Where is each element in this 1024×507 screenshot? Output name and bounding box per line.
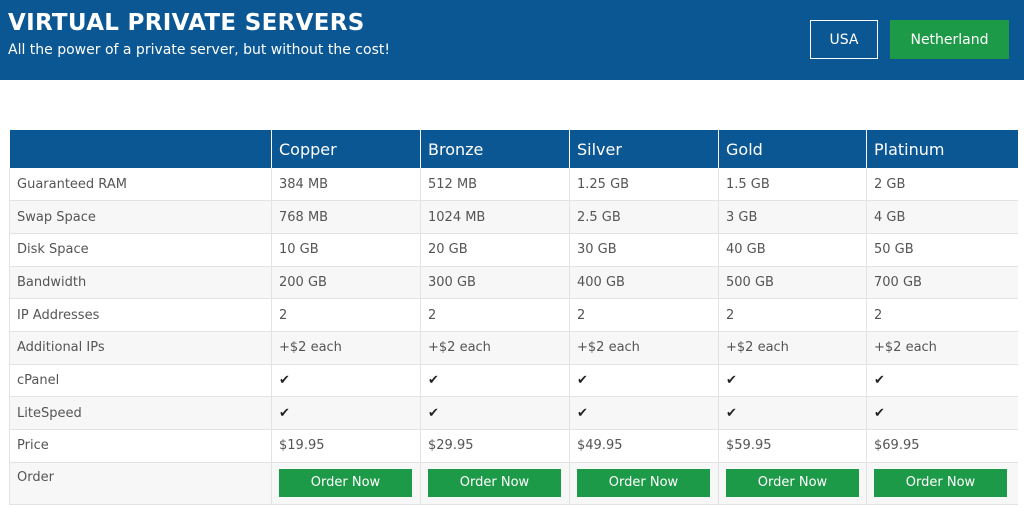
table-cell: Order Now	[866, 462, 1018, 505]
check-icon: ✔	[279, 372, 290, 388]
row-label: Guaranteed RAM	[9, 168, 272, 202]
plan-header-gold: Gold	[718, 130, 867, 168]
table-cell: +$2 each	[718, 331, 867, 365]
page-title: VIRTUAL PRIVATE SERVERS	[8, 10, 365, 36]
row-label: Swap Space	[9, 200, 272, 234]
table-header-row: Copper Bronze Silver Gold Platinum	[9, 130, 1018, 168]
order-now-button-gold[interactable]: Order Now	[726, 468, 859, 497]
table-cell: ✔	[271, 396, 421, 430]
table-cell: ✔	[569, 396, 719, 430]
row-label: Order	[9, 462, 272, 505]
table-row: Additional IPs +$2 each +$2 each +$2 eac…	[9, 331, 1018, 365]
price-cell: $49.95	[569, 429, 719, 463]
table-cell: Order Now	[271, 462, 421, 505]
table-cell: 30 GB	[569, 233, 719, 267]
page-subtitle: All the power of a private server, but w…	[8, 42, 390, 58]
table-cell: 2	[271, 298, 421, 332]
order-row: Order Order Now Order Now Order Now Orde…	[9, 462, 1018, 505]
order-now-button-bronze[interactable]: Order Now	[428, 468, 561, 497]
table-cell: 10 GB	[271, 233, 421, 267]
table-cell: 300 GB	[420, 266, 570, 300]
table-cell: ✔	[718, 396, 867, 430]
row-label: Bandwidth	[9, 266, 272, 300]
check-icon: ✔	[726, 372, 737, 388]
check-icon: ✔	[726, 405, 737, 421]
plan-header-silver: Silver	[569, 130, 719, 168]
table-cell: Order Now	[569, 462, 719, 505]
table-row: Disk Space 10 GB 20 GB 30 GB 40 GB 50 GB	[9, 233, 1018, 267]
check-icon: ✔	[428, 372, 439, 388]
table-cell: 20 GB	[420, 233, 570, 267]
table-cell: Order Now	[420, 462, 570, 505]
table-cell: ✔	[420, 364, 570, 398]
check-icon: ✔	[279, 405, 290, 421]
table-cell: ✔	[866, 396, 1018, 430]
page-header: VIRTUAL PRIVATE SERVERS All the power of…	[0, 0, 1024, 80]
table-cell: 2 GB	[866, 168, 1018, 202]
row-label: LiteSpeed	[9, 396, 272, 430]
order-now-button-silver[interactable]: Order Now	[577, 468, 710, 497]
table-cell: ✔	[569, 364, 719, 398]
table-cell: 200 GB	[271, 266, 421, 300]
price-cell: $69.95	[866, 429, 1018, 463]
table-row: Swap Space 768 MB 1024 MB 2.5 GB 3 GB 4 …	[9, 200, 1018, 234]
table-row: Bandwidth 200 GB 300 GB 400 GB 500 GB 70…	[9, 266, 1018, 300]
check-icon: ✔	[874, 405, 885, 421]
table-cell: 2.5 GB	[569, 200, 719, 234]
price-cell: $19.95	[271, 429, 421, 463]
table-cell: +$2 each	[420, 331, 570, 365]
pricing-table: Copper Bronze Silver Gold Platinum Guara…	[9, 130, 1018, 505]
plan-header-copper: Copper	[271, 130, 421, 168]
order-now-button-copper[interactable]: Order Now	[279, 468, 412, 497]
row-label: Disk Space	[9, 233, 272, 267]
order-now-button-platinum[interactable]: Order Now	[874, 468, 1007, 497]
check-icon: ✔	[577, 405, 588, 421]
table-row: cPanel ✔ ✔ ✔ ✔ ✔	[9, 364, 1018, 398]
table-row: LiteSpeed ✔ ✔ ✔ ✔ ✔	[9, 396, 1018, 430]
table-cell: 768 MB	[271, 200, 421, 234]
table-cell: 400 GB	[569, 266, 719, 300]
region-netherland-button[interactable]: Netherland	[890, 20, 1009, 59]
table-cell: 700 GB	[866, 266, 1018, 300]
table-cell: 1024 MB	[420, 200, 570, 234]
table-cell: 4 GB	[866, 200, 1018, 234]
table-cell: 384 MB	[271, 168, 421, 202]
table-row: Guaranteed RAM 384 MB 512 MB 1.25 GB 1.5…	[9, 168, 1018, 202]
table-cell: ✔	[866, 364, 1018, 398]
price-cell: $59.95	[718, 429, 867, 463]
table-cell: +$2 each	[569, 331, 719, 365]
table-cell: ✔	[271, 364, 421, 398]
table-cell: 40 GB	[718, 233, 867, 267]
row-label: Price	[9, 429, 272, 463]
region-usa-button[interactable]: USA	[810, 20, 878, 59]
table-cell: ✔	[718, 364, 867, 398]
row-label: cPanel	[9, 364, 272, 398]
check-icon: ✔	[874, 372, 885, 388]
price-cell: $29.95	[420, 429, 570, 463]
table-cell: Order Now	[718, 462, 867, 505]
row-label: IP Addresses	[9, 298, 272, 332]
table-cell: 2	[866, 298, 1018, 332]
table-cell: +$2 each	[866, 331, 1018, 365]
table-cell: 2	[569, 298, 719, 332]
header-empty-cell	[9, 130, 272, 168]
table-cell: 2	[420, 298, 570, 332]
check-icon: ✔	[428, 405, 439, 421]
table-cell: 50 GB	[866, 233, 1018, 267]
table-cell: 1.5 GB	[718, 168, 867, 202]
table-cell: 1.25 GB	[569, 168, 719, 202]
table-cell: 2	[718, 298, 867, 332]
table-row: IP Addresses 2 2 2 2 2	[9, 298, 1018, 332]
table-row: Price $19.95 $29.95 $49.95 $59.95 $69.95	[9, 429, 1018, 463]
table-cell: 500 GB	[718, 266, 867, 300]
table-cell: 3 GB	[718, 200, 867, 234]
plan-header-bronze: Bronze	[420, 130, 570, 168]
check-icon: ✔	[577, 372, 588, 388]
table-cell: +$2 each	[271, 331, 421, 365]
row-label: Additional IPs	[9, 331, 272, 365]
table-cell: ✔	[420, 396, 570, 430]
plan-header-platinum: Platinum	[866, 130, 1018, 168]
table-cell: 512 MB	[420, 168, 570, 202]
